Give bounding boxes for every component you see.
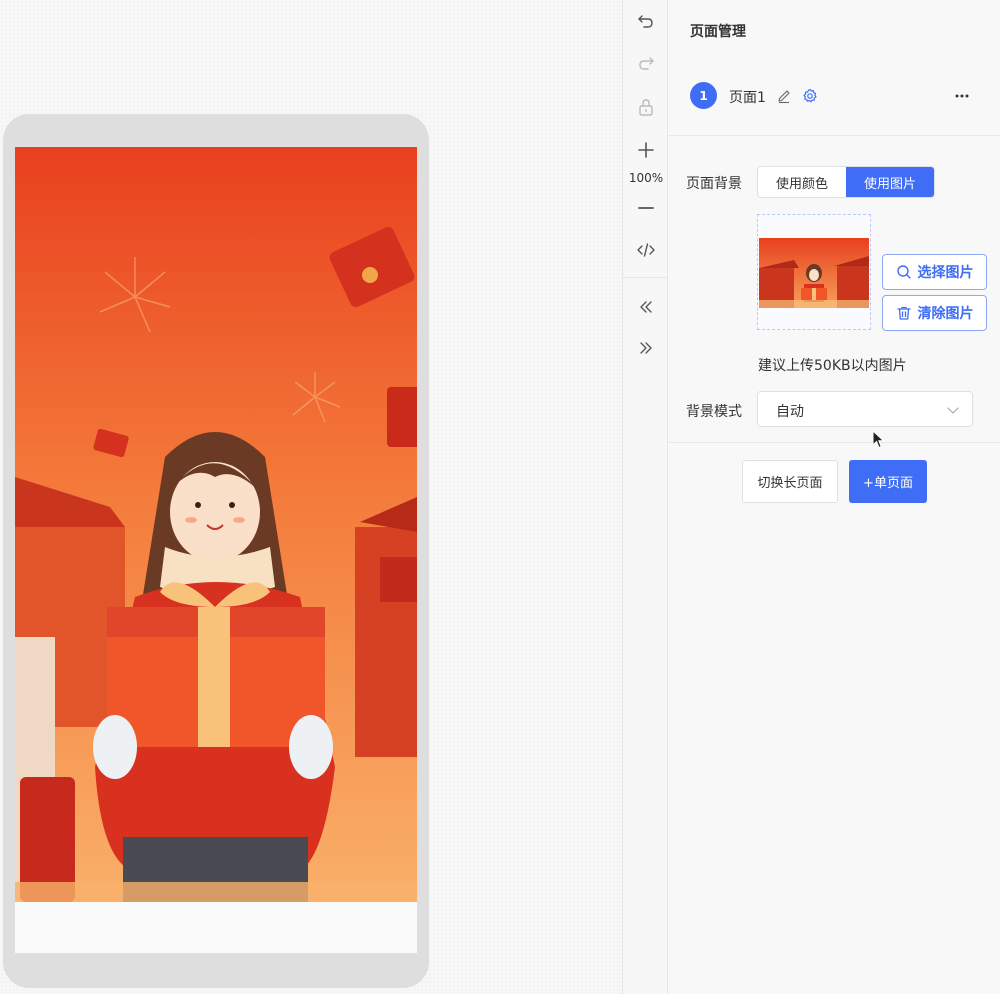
search-icon: [896, 265, 911, 279]
use-image-button[interactable]: 使用图片: [846, 167, 934, 197]
clear-image-label: 清除图片: [917, 306, 974, 322]
zoom-out-button[interactable]: [623, 193, 669, 223]
undo-icon: [638, 15, 653, 28]
trash-icon: [896, 306, 911, 320]
lock-button[interactable]: [623, 92, 669, 122]
select-image-button[interactable]: 选择图片: [882, 254, 987, 290]
switch-long-page-button[interactable]: 切换长页面: [742, 460, 838, 503]
page-name: 页面1: [729, 90, 766, 106]
panel-title: 页面管理: [690, 24, 746, 40]
code-icon: [637, 243, 655, 257]
page-list-item[interactable]: 1 页面1: [690, 82, 980, 110]
single-page-button[interactable]: +单页面: [849, 460, 927, 503]
upload-hint: 建议上传50KB以内图片: [758, 358, 907, 374]
zoom-in-button[interactable]: [623, 135, 669, 165]
background-mode-value: 自动: [776, 404, 804, 420]
page-management-panel: 页面管理 1 页面1 页面背景 使用颜色 使用图片 选择图片 清除图片 建议上传…: [668, 0, 1000, 994]
code-button[interactable]: [623, 235, 669, 265]
background-type-toggle: 使用颜色 使用图片: [757, 166, 935, 198]
zoom-in-icon: [638, 142, 654, 158]
select-image-label: 选择图片: [917, 265, 974, 281]
redo-button[interactable]: [623, 49, 669, 79]
section-divider: [668, 135, 1000, 136]
lock-icon: [639, 99, 653, 116]
zoom-level: 100%: [628, 171, 664, 185]
background-mode-select[interactable]: 自动: [757, 391, 973, 427]
more-icon[interactable]: [954, 90, 970, 102]
undo-button[interactable]: [623, 7, 669, 37]
editor-toolbar: 100%: [622, 0, 669, 994]
mouse-cursor-icon: [872, 430, 885, 449]
expand-right-icon: [640, 342, 652, 354]
use-color-button[interactable]: 使用颜色: [758, 167, 846, 197]
phone-screen[interactable]: [15, 147, 417, 953]
collapse-left-button[interactable]: [623, 292, 669, 322]
gear-icon[interactable]: [802, 88, 818, 104]
edit-icon[interactable]: [776, 88, 792, 104]
expand-right-button[interactable]: [623, 333, 669, 363]
toolbar-divider: [623, 277, 669, 278]
redo-icon: [639, 57, 654, 70]
background-mode-label: 背景模式: [686, 404, 742, 420]
section-divider: [668, 442, 1000, 443]
background-image-preview[interactable]: [757, 214, 871, 330]
phone-frame: [3, 114, 429, 988]
canvas-area: [0, 0, 622, 994]
thumbnail-image: [759, 238, 869, 308]
page-number-badge: 1: [690, 82, 717, 109]
background-poster-image: [15, 147, 417, 902]
collapse-left-icon: [640, 301, 652, 313]
background-label: 页面背景: [686, 176, 742, 192]
zoom-out-icon: [638, 207, 654, 209]
clear-image-button[interactable]: 清除图片: [882, 295, 987, 331]
chevron-down-icon: [947, 407, 959, 414]
